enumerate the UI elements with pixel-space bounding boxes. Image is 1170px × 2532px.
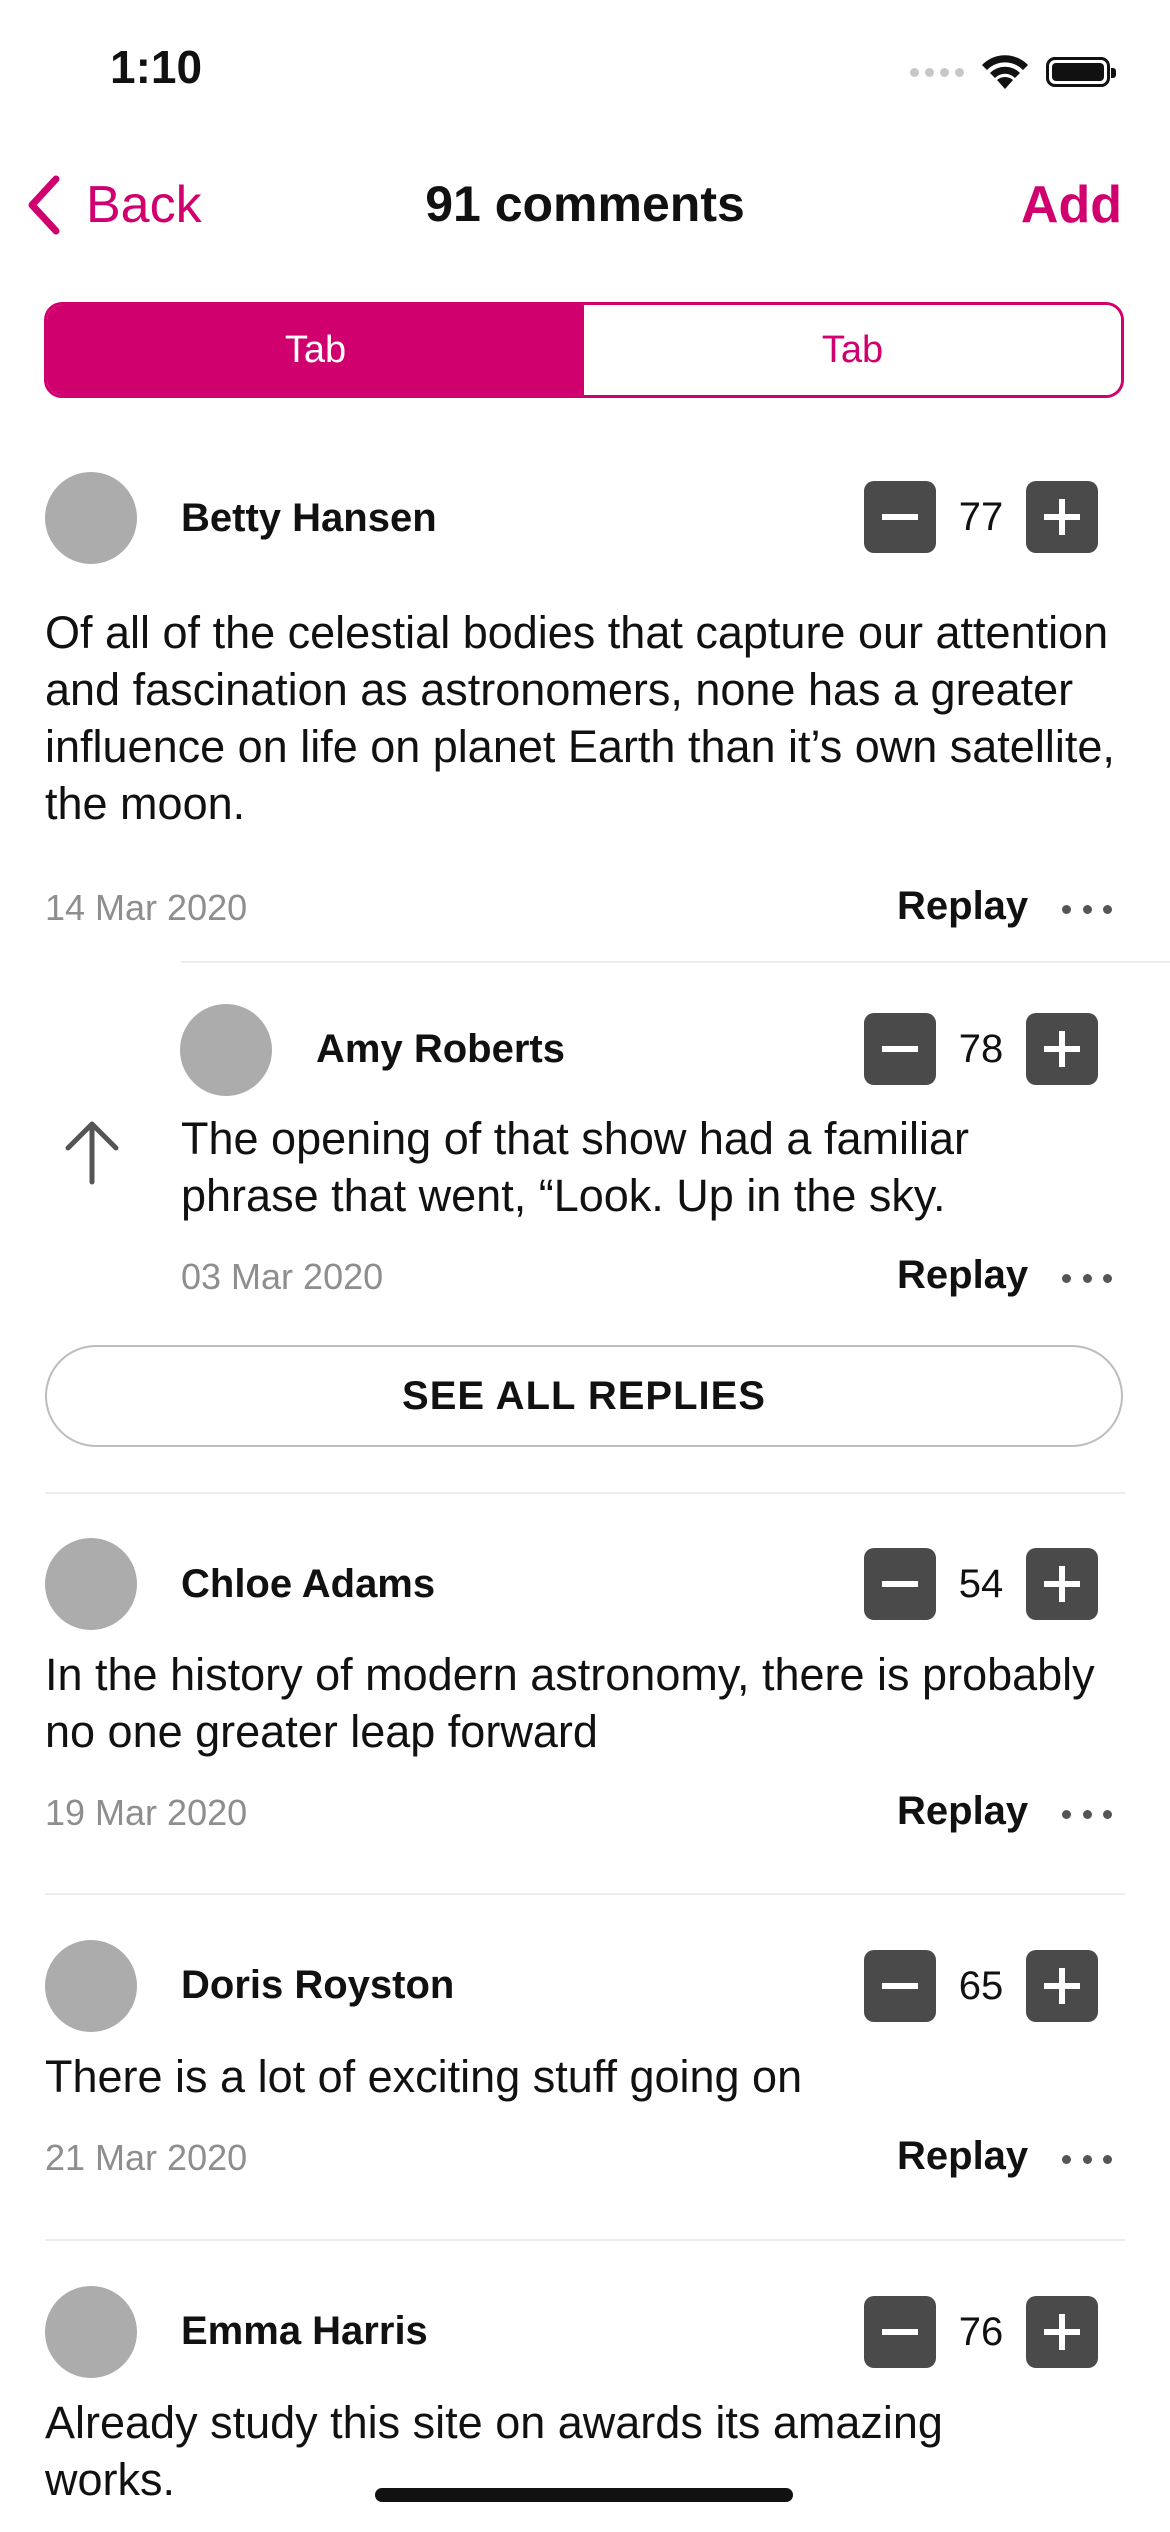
battery-icon xyxy=(1046,57,1116,87)
reply-button[interactable]: Replay xyxy=(897,1253,1028,1298)
avatar[interactable] xyxy=(180,1004,272,1096)
status-time: 1:10 xyxy=(110,41,203,93)
minus-icon xyxy=(882,1581,918,1587)
vote-count: 54 xyxy=(958,1561,1004,1606)
vote-control: 77 xyxy=(864,481,1098,553)
vote-control: 65 xyxy=(864,1950,1098,2022)
vote-count: 76 xyxy=(958,2309,1004,2354)
vote-count: 78 xyxy=(958,1026,1004,1071)
minus-icon xyxy=(882,1983,918,1989)
comment-date: 14 Mar 2020 xyxy=(45,887,248,928)
downvote-button[interactable] xyxy=(864,2296,936,2368)
vote-control: 76 xyxy=(864,2296,1098,2368)
avatar[interactable] xyxy=(45,2286,137,2378)
minus-icon xyxy=(882,1046,918,1052)
comment-text: There is a lot of exciting stuff going o… xyxy=(45,2051,803,2102)
vote-control: 54 xyxy=(864,1548,1098,1620)
reply-author[interactable]: Amy Roberts xyxy=(316,1027,565,1072)
downvote-button[interactable] xyxy=(864,1548,936,1620)
arrow-up-icon xyxy=(65,1121,119,1185)
avatar[interactable] xyxy=(45,1538,137,1630)
reply-date: 03 Mar 2020 xyxy=(181,1256,384,1297)
home-indicator xyxy=(375,2488,793,2502)
reply-button[interactable]: Replay xyxy=(897,2134,1028,2179)
upvote-button[interactable] xyxy=(1026,481,1098,553)
plus-icon xyxy=(1044,499,1080,535)
reply-text: The opening of that show had a familiar … xyxy=(181,1113,969,1221)
reply-button[interactable]: Replay xyxy=(897,884,1028,929)
avatar[interactable] xyxy=(45,1940,137,2032)
plus-icon xyxy=(1044,1031,1080,1067)
add-button[interactable]: Add xyxy=(1021,175,1122,235)
tab-1[interactable]: Tab xyxy=(47,305,584,395)
more-options-icon[interactable] xyxy=(1062,2149,1112,2169)
plus-icon xyxy=(1044,1566,1080,1602)
comment-author[interactable]: Doris Royston xyxy=(181,1963,454,2008)
tab-2[interactable]: Tab xyxy=(584,305,1121,395)
divider xyxy=(45,1893,1125,1895)
vote-count: 77 xyxy=(958,494,1004,539)
reply-button[interactable]: Replay xyxy=(897,1789,1028,1834)
upvote-button[interactable] xyxy=(1026,1548,1098,1620)
status-icons xyxy=(910,52,1116,92)
plus-icon xyxy=(1044,1968,1080,2004)
downvote-button[interactable] xyxy=(864,1950,936,2022)
divider xyxy=(45,1492,1125,1494)
comment-text: In the history of modern astronomy, ther… xyxy=(45,1649,1095,1757)
comment-author[interactable]: Betty Hansen xyxy=(181,496,437,541)
downvote-button[interactable] xyxy=(864,1013,936,1085)
plus-icon xyxy=(1044,2314,1080,2350)
see-all-replies-button[interactable]: SEE ALL REPLIES xyxy=(45,1345,1123,1447)
minus-icon xyxy=(882,2329,918,2335)
divider xyxy=(45,2239,1125,2241)
comment-author[interactable]: Emma Harris xyxy=(181,2309,428,2354)
comment-author[interactable]: Chloe Adams xyxy=(181,1562,435,1607)
vote-control: 78 xyxy=(864,1013,1098,1085)
upvote-button[interactable] xyxy=(1026,1013,1098,1085)
more-options-icon[interactable] xyxy=(1062,899,1112,919)
comment-date: 21 Mar 2020 xyxy=(45,2137,248,2178)
segmented-control: Tab Tab xyxy=(44,302,1124,398)
minus-icon xyxy=(882,514,918,520)
upvote-button[interactable] xyxy=(1026,1950,1098,2022)
divider xyxy=(181,961,1170,963)
comment-date: 19 Mar 2020 xyxy=(45,1792,248,1833)
cellular-dots-icon xyxy=(910,67,964,77)
avatar[interactable] xyxy=(45,472,137,564)
wifi-icon xyxy=(982,55,1028,89)
upvote-button[interactable] xyxy=(1026,2296,1098,2368)
more-options-icon[interactable] xyxy=(1062,1268,1112,1288)
comment-text: Of all of the celestial bodies that capt… xyxy=(45,607,1115,829)
vote-count: 65 xyxy=(958,1963,1004,2008)
more-options-icon[interactable] xyxy=(1062,1804,1112,1824)
page-title: 91 comments xyxy=(425,176,745,232)
downvote-button[interactable] xyxy=(864,481,936,553)
